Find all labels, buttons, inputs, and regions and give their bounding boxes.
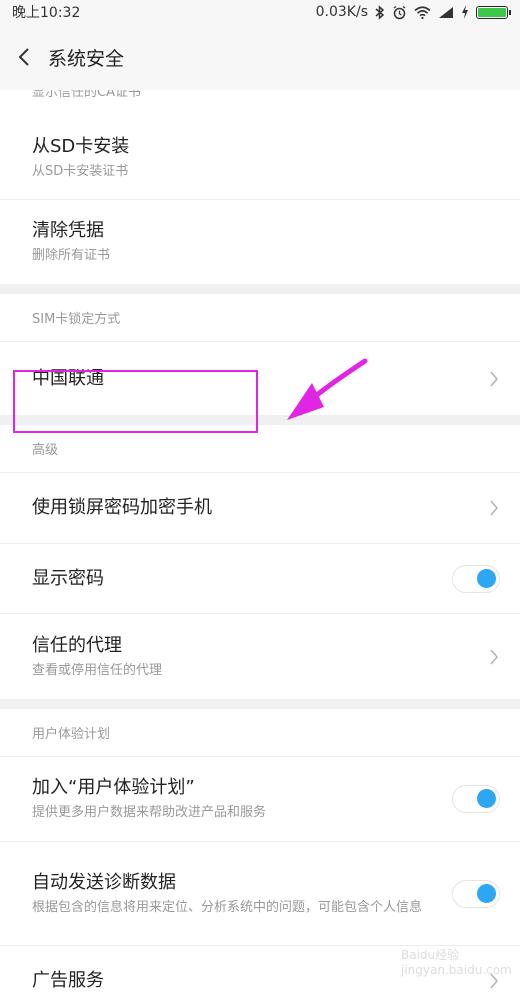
watermark-text: Baidu经验 jingyan.baidu.com [401, 947, 512, 977]
network-speed: 0.03K/s [315, 4, 368, 20]
section-divider [0, 699, 520, 709]
chevron-right-icon [490, 500, 499, 516]
status-icons: 0.03K/s [315, 4, 511, 20]
section-divider [0, 284, 520, 294]
clear-credentials-title: 清除凭据 [32, 220, 104, 241]
signal-icon [439, 6, 453, 18]
install-from-sd-item[interactable]: 从SD卡安装 从SD卡安装证书 [0, 116, 520, 200]
install-from-sd-subtitle: 从SD卡安装证书 [32, 163, 129, 179]
partial-item-label: 显示信任的CA证书 [32, 90, 141, 100]
battery-icon [476, 5, 511, 19]
back-arrow-icon [18, 48, 29, 66]
partial-list-item[interactable]: 显示信任的CA证书 [0, 90, 520, 116]
join-ux-plan-toggle[interactable] [452, 785, 500, 813]
join-ux-plan-title: 加入“用户体验计划” [32, 777, 195, 798]
clear-credentials-item[interactable]: 清除凭据 删除所有证书 [0, 200, 520, 284]
trust-agents-item[interactable]: 信任的代理 查看或停用信任的代理 [0, 614, 520, 699]
show-password-title: 显示密码 [32, 567, 104, 589]
toggle-knob [477, 789, 496, 808]
wifi-icon [414, 5, 431, 19]
trust-agents-subtitle: 查看或停用信任的代理 [32, 662, 163, 678]
join-ux-plan-subtitle: 提供更多用户数据来帮助改进产品和服务 [32, 805, 267, 820]
section-header-sim-lock: SIM卡锁定方式 [0, 294, 520, 342]
page-title: 系统安全 [48, 47, 125, 70]
toggle-knob [477, 883, 496, 903]
auto-diagnostics-title: 自动发送诊断数据 [32, 871, 176, 893]
show-password-item[interactable]: 显示密码 [0, 544, 520, 614]
alarm-icon [393, 5, 406, 19]
encrypt-phone-item[interactable]: 使用锁屏密码加密手机 [0, 473, 520, 544]
chevron-right-icon [490, 370, 499, 387]
back-button[interactable] [0, 24, 48, 90]
charging-icon [462, 5, 468, 19]
auto-diagnostics-item[interactable]: 自动发送诊断数据 根据包含的信息将用来定位、分析系统中的问题，可能包含个人信息 [0, 842, 520, 946]
install-from-sd-title: 从SD卡安装 [32, 135, 130, 157]
watermark: Baidu经验 jingyan.baidu.com [401, 946, 512, 977]
encrypt-phone-title: 使用锁屏密码加密手机 [32, 497, 212, 518]
auto-diagnostics-toggle[interactable] [452, 879, 500, 908]
clear-credentials-subtitle: 删除所有证书 [32, 248, 111, 263]
show-password-toggle[interactable] [452, 564, 500, 593]
battery-fill [478, 7, 506, 17]
top-bar: 系统安全 [0, 24, 520, 90]
status-time: 晚上10:32 [12, 5, 81, 21]
auto-diagnostics-subtitle: 根据包含的信息将用来定位、分析系统中的问题，可能包含个人信息 [32, 899, 423, 915]
join-ux-plan-item[interactable]: 加入“用户体验计划” 提供更多用户数据来帮助改进产品和服务 [0, 757, 520, 842]
section-header-user-experience: 用户体验计划 [0, 709, 520, 757]
highlight-box [13, 370, 258, 433]
bluetooth-icon [375, 4, 385, 20]
chevron-right-icon [490, 648, 499, 665]
trust-agents-title: 信任的代理 [32, 634, 122, 656]
settings-list[interactable]: 显示信任的CA证书 从SD卡安装 从SD卡安装证书 清除凭据 删除所有证书 SI… [0, 90, 520, 992]
status-bar: 晚上10:32 0.03K/s [0, 0, 520, 24]
toggle-knob [477, 568, 496, 588]
